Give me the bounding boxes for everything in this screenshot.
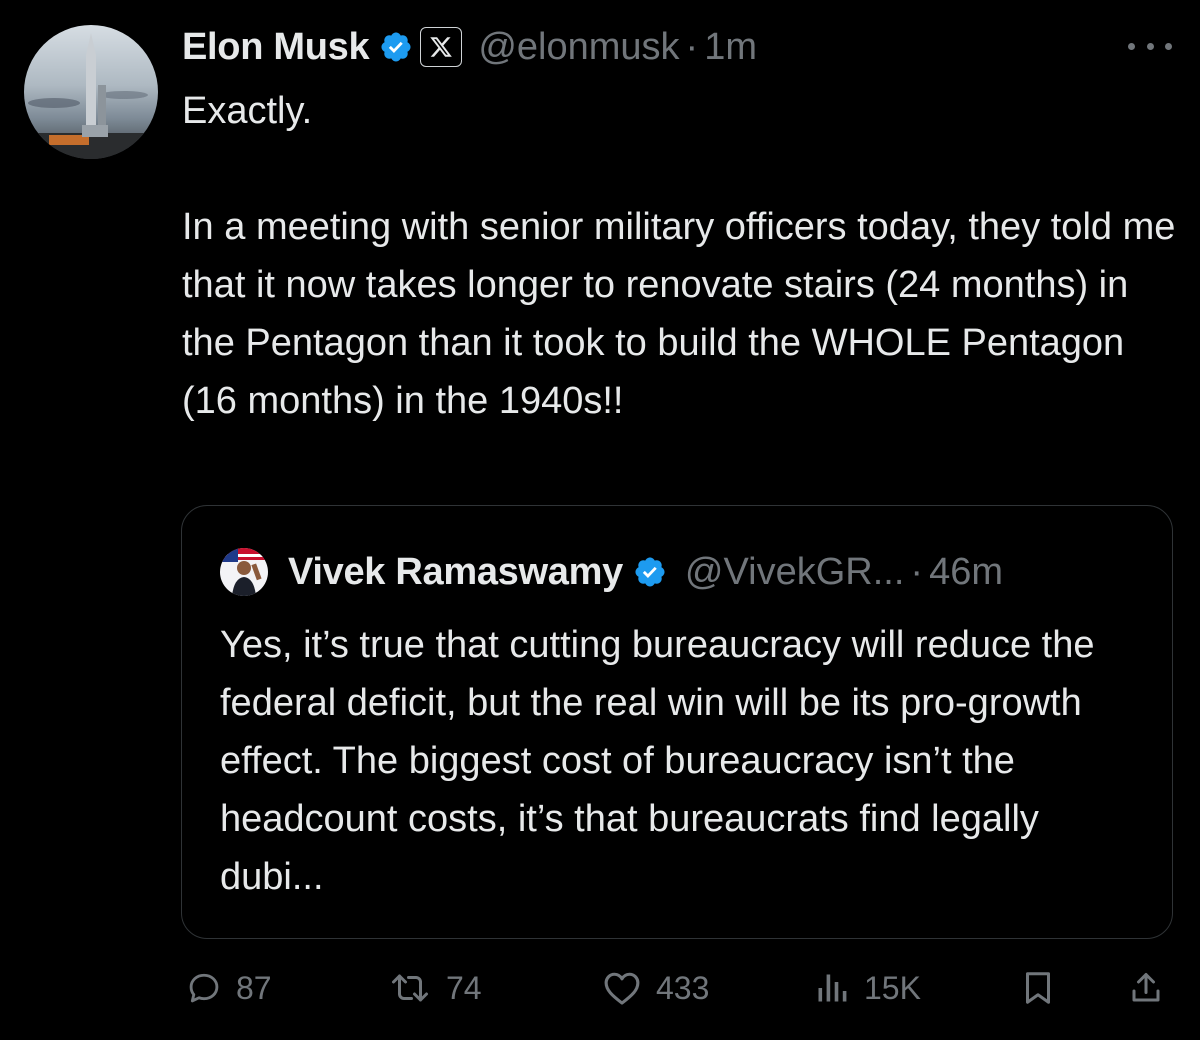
like-count: 433 bbox=[656, 969, 710, 1006]
quoted-tweet-text: Yes, it’s true that cutting bureaucracy … bbox=[220, 624, 1095, 898]
views-button[interactable]: 15K bbox=[814, 963, 921, 1013]
timestamp[interactable]: 1m bbox=[704, 26, 757, 69]
like-button[interactable]: 433 bbox=[602, 963, 709, 1013]
bookmark-icon bbox=[1026, 972, 1050, 1004]
more-icon[interactable] bbox=[1128, 36, 1172, 56]
x-logo-icon[interactable] bbox=[420, 27, 463, 67]
share-icon bbox=[1132, 973, 1160, 1002]
separator: · bbox=[910, 550, 924, 593]
repost-count: 74 bbox=[446, 969, 482, 1006]
action-bar: 87 74 433 15K bbox=[0, 955, 1200, 1025]
author-handle[interactable]: @elonmusk bbox=[478, 26, 679, 69]
verified-badge-icon bbox=[633, 555, 667, 589]
repost-button[interactable]: 74 bbox=[388, 963, 482, 1013]
bookmark-button[interactable] bbox=[1020, 963, 1056, 1013]
reply-button[interactable]: 87 bbox=[186, 963, 272, 1013]
quoted-tweet[interactable]: Vivek Ramaswamy @VivekGR... · 46m Yes, i… bbox=[181, 505, 1173, 939]
quoted-tweet-header: Vivek Ramaswamy @VivekGR... · 46m bbox=[288, 546, 1003, 598]
separator: · bbox=[685, 25, 699, 68]
tweet-text: Exactly. In a meeting with senior milita… bbox=[182, 82, 1182, 430]
reply-count: 87 bbox=[236, 969, 272, 1006]
reply-icon bbox=[189, 973, 219, 1003]
tweet[interactable]: Elon Musk @elonmusk · 1m Exactly. In a m… bbox=[0, 0, 1200, 1040]
tweet-text-line-2: In a meeting with senior military office… bbox=[182, 206, 1176, 422]
quoted-author-handle[interactable]: @VivekGR... bbox=[685, 551, 904, 594]
views-icon bbox=[818, 974, 847, 1002]
quoted-timestamp[interactable]: 46m bbox=[929, 551, 1003, 594]
quoted-author-name[interactable]: Vivek Ramaswamy bbox=[288, 551, 623, 594]
verified-badge-icon[interactable] bbox=[379, 30, 413, 64]
tweet-text-line-1: Exactly. bbox=[182, 90, 313, 132]
like-icon bbox=[604, 972, 640, 1005]
tweet-header: Elon Musk @elonmusk · 1m bbox=[182, 22, 757, 72]
author-name[interactable]: Elon Musk bbox=[182, 26, 370, 69]
share-button[interactable] bbox=[1128, 963, 1164, 1013]
views-count: 15K bbox=[864, 969, 921, 1006]
quoted-author-avatar[interactable] bbox=[220, 548, 268, 596]
author-avatar[interactable] bbox=[24, 25, 158, 159]
repost-icon bbox=[392, 974, 428, 1002]
